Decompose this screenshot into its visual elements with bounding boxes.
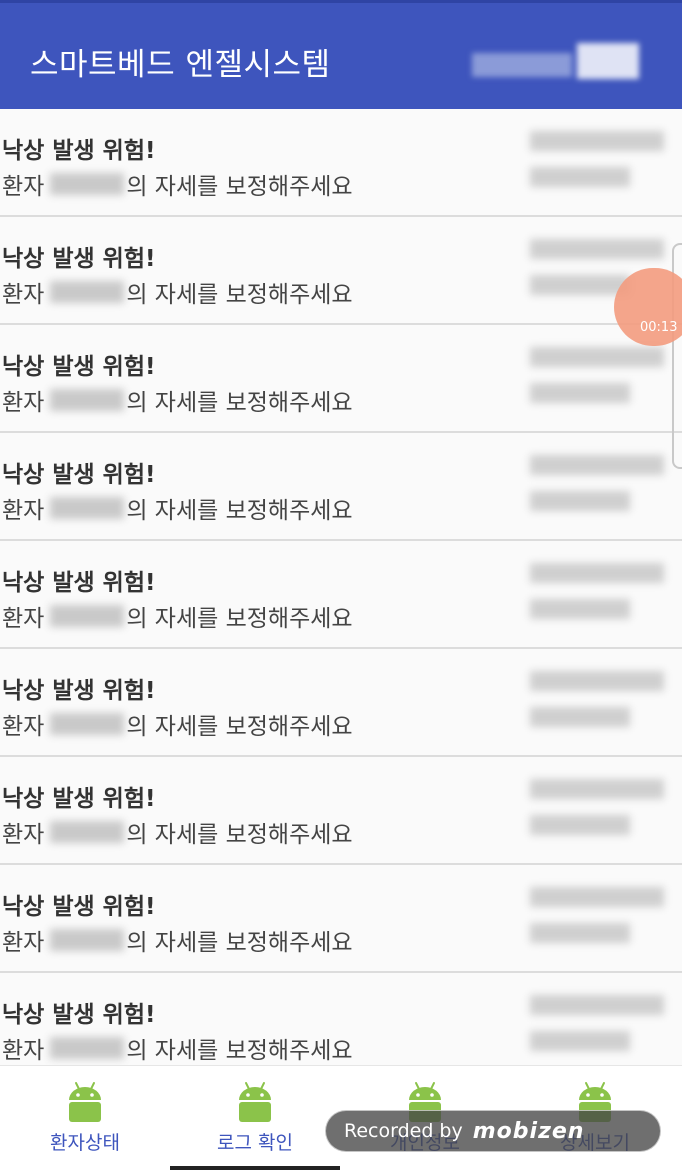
alert-list-item[interactable]: 낙상 발생 위험! 환자 의 자세를 보정해주세요: [0, 541, 682, 649]
alert-message-prefix: 환자: [2, 930, 45, 956]
alert-time-redacted: [530, 707, 630, 727]
alert-list-item[interactable]: 낙상 발생 위험! 환자 의 자세를 보정해주세요: [0, 325, 682, 433]
alert-message-prefix: 환자: [2, 606, 45, 632]
patient-name-redacted: [50, 1037, 125, 1059]
user-info-redacted: [472, 43, 642, 85]
alert-title: 낙상 발생 위험!: [2, 246, 156, 272]
alert-message-suffix: 의 자세를 보정해주세요: [126, 930, 353, 956]
alert-title: 낙상 발생 위험!: [2, 894, 156, 920]
alert-message-suffix: 의 자세를 보정해주세요: [126, 498, 353, 524]
alert-date-redacted: [530, 887, 664, 907]
alert-time-redacted: [530, 491, 630, 511]
alert-message: 환자 의 자세를 보정해주세요: [2, 491, 353, 525]
patient-name-redacted: [50, 173, 125, 195]
patient-name-redacted: [50, 821, 125, 843]
app-title: 스마트베드 엔젤시스템: [30, 47, 331, 83]
alert-title: 낙상 발생 위험!: [2, 678, 156, 704]
alert-message-suffix: 의 자세를 보정해주세요: [126, 714, 353, 740]
alert-message-suffix: 의 자세를 보정해주세요: [126, 1038, 353, 1064]
alert-date-redacted: [530, 671, 664, 691]
alert-message-suffix: 의 자세를 보정해주세요: [126, 822, 353, 848]
alert-date-redacted: [530, 995, 664, 1015]
patient-name-redacted: [50, 713, 125, 735]
alert-message-suffix: 의 자세를 보정해주세요: [126, 282, 353, 308]
alert-time-redacted: [530, 815, 630, 835]
alert-message-prefix: 환자: [2, 174, 45, 200]
alert-title: 낙상 발생 위험!: [2, 1002, 156, 1028]
patient-name-redacted: [50, 497, 125, 519]
alert-date-redacted: [530, 455, 664, 475]
alert-list-item[interactable]: 낙상 발생 위험! 환자 의 자세를 보정해주세요: [0, 109, 682, 217]
alert-message: 환자 의 자세를 보정해주세요: [2, 815, 353, 849]
alert-date-redacted: [530, 239, 664, 259]
alert-list-item[interactable]: 낙상 발생 위험! 환자 의 자세를 보정해주세요: [0, 649, 682, 757]
alert-message-prefix: 환자: [2, 822, 45, 848]
alert-message-suffix: 의 자세를 보정해주세요: [126, 390, 353, 416]
nav-tab-label: 로그 확인: [217, 1132, 293, 1154]
alert-message: 환자 의 자세를 보정해주세요: [2, 275, 353, 309]
alert-list-item[interactable]: 낙상 발생 위험! 환자 의 자세를 보정해주세요: [0, 757, 682, 865]
recorder-watermark: Recorded by mobizen: [325, 1110, 661, 1152]
alert-message-prefix: 환자: [2, 498, 45, 524]
alert-date-redacted: [530, 563, 664, 583]
alert-message-prefix: 환자: [2, 390, 45, 416]
alert-message: 환자 의 자세를 보정해주세요: [2, 707, 353, 741]
alert-time-redacted: [530, 599, 630, 619]
recorder-bubble[interactable]: 00:13: [614, 268, 682, 346]
alert-list-item[interactable]: 낙상 발생 위험! 환자 의 자세를 보정해주세요: [0, 973, 682, 1065]
alert-message: 환자 의 자세를 보정해주세요: [2, 923, 353, 957]
alert-message-prefix: 환자: [2, 282, 45, 308]
alert-title: 낙상 발생 위험!: [2, 570, 156, 596]
alert-list-item[interactable]: 낙상 발생 위험! 환자 의 자세를 보정해주세요: [0, 217, 682, 325]
alert-date-redacted: [530, 779, 664, 799]
alert-message: 환자 의 자세를 보정해주세요: [2, 167, 353, 201]
nav-tab-label: 환자상태: [50, 1132, 120, 1154]
nav-tab[interactable]: 로그 확인: [170, 1066, 340, 1166]
alert-date-redacted: [530, 347, 664, 367]
alert-time-redacted: [530, 167, 630, 187]
alert-message-suffix: 의 자세를 보정해주세요: [126, 174, 353, 200]
alert-time-redacted: [530, 923, 630, 943]
nav-tab[interactable]: 환자상태: [0, 1066, 170, 1166]
alert-list[interactable]: 낙상 발생 위험! 환자 의 자세를 보정해주세요 낙상 발생 위험! 환자 의 자세를 …: [0, 109, 682, 1065]
alert-message-prefix: 환자: [2, 714, 45, 740]
alert-title: 낙상 발생 위험!: [2, 462, 156, 488]
alert-title: 낙상 발생 위험!: [2, 354, 156, 380]
alert-list-item[interactable]: 낙상 발생 위험! 환자 의 자세를 보정해주세요: [0, 433, 682, 541]
alert-time-redacted: [530, 383, 630, 403]
android-icon: [65, 1080, 105, 1124]
alert-message-suffix: 의 자세를 보정해주세요: [126, 606, 353, 632]
watermark-text: Recorded by: [344, 1120, 463, 1142]
patient-name-redacted: [50, 605, 125, 627]
alert-title: 낙상 발생 위험!: [2, 786, 156, 812]
alert-time-redacted: [530, 1031, 630, 1051]
alert-message: 환자 의 자세를 보정해주세요: [2, 1031, 353, 1065]
alert-message: 환자 의 자세를 보정해주세요: [2, 383, 353, 417]
alert-date-redacted: [530, 131, 664, 151]
android-icon: [235, 1080, 275, 1124]
patient-name-redacted: [50, 281, 125, 303]
alert-title: 낙상 발생 위험!: [2, 138, 156, 164]
recorder-timer: 00:13: [640, 320, 678, 335]
patient-name-redacted: [50, 929, 125, 951]
patient-name-redacted: [50, 389, 125, 411]
alert-message: 환자 의 자세를 보정해주세요: [2, 599, 353, 633]
alert-message-prefix: 환자: [2, 1038, 45, 1064]
app-bar: 스마트베드 엔젤시스템: [0, 0, 682, 109]
active-tab-indicator: [170, 1166, 340, 1170]
alert-list-item[interactable]: 낙상 발생 위험! 환자 의 자세를 보정해주세요: [0, 865, 682, 973]
watermark-brand: mobizen: [472, 1118, 585, 1144]
